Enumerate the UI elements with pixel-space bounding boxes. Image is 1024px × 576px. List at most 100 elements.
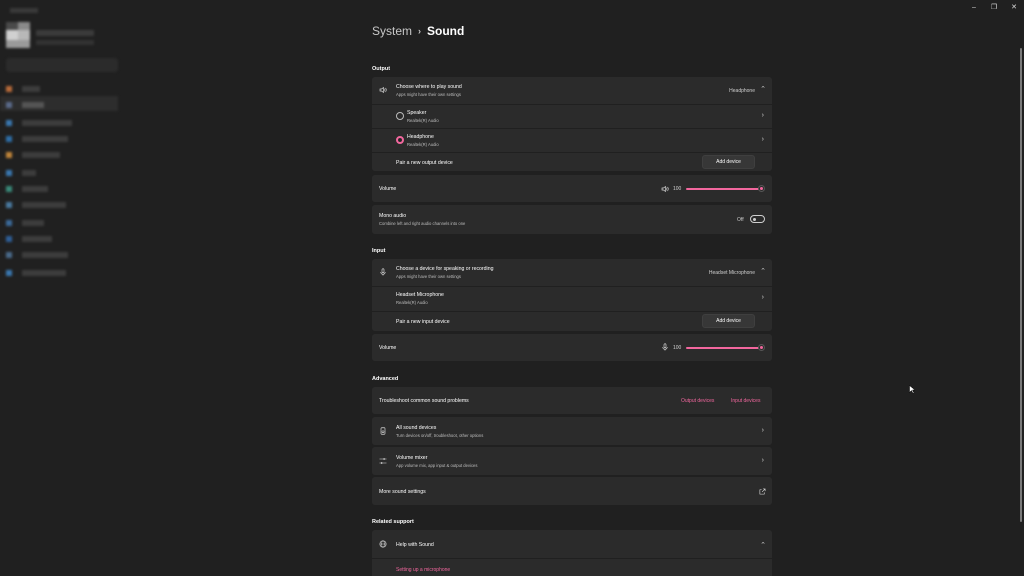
account-email-placeholder	[36, 40, 94, 45]
output-volume-thumb[interactable]	[758, 185, 765, 192]
nav-icon	[6, 169, 12, 176]
help-with-sound-title: Help with Sound	[396, 542, 434, 548]
choose-input-title: Choose a device for speaking or recordin…	[396, 266, 494, 272]
choose-output-title: Choose where to play sound	[396, 84, 462, 90]
help-with-sound-card: Help with Sound ⌃ Setting up a microphon…	[372, 530, 772, 576]
section-output-label: Output	[372, 66, 391, 72]
all-sound-devices-title: All sound devices	[396, 425, 437, 431]
nav-icon	[6, 201, 12, 208]
selected-output-device: Headphone	[729, 88, 755, 94]
add-input-device-button[interactable]: Add device	[702, 314, 755, 328]
chevron-up-icon: ⌃	[760, 268, 766, 275]
output-volume-value: 100	[673, 186, 682, 192]
device-name: Headphone	[407, 134, 434, 140]
add-output-device-button[interactable]: Add device	[702, 155, 755, 169]
all-sound-devices-subtitle: Turn devices on/off, troubleshoot, other…	[396, 433, 484, 438]
chevron-up-icon: ⌃	[760, 542, 766, 549]
sidebar-item[interactable]	[6, 118, 72, 127]
close-button[interactable]: ✕	[1004, 0, 1024, 14]
output-volume-slider[interactable]	[686, 188, 762, 190]
nav-icon	[6, 119, 12, 126]
nav-icon	[6, 219, 12, 226]
breadcrumb-parent[interactable]: System	[372, 24, 412, 38]
restore-button[interactable]: ❐	[984, 0, 1004, 14]
troubleshoot-output-link[interactable]: Output devices	[681, 398, 714, 404]
minimize-button[interactable]: –	[964, 0, 984, 14]
section-related-label: Related support	[372, 519, 414, 525]
section-advanced-label: Advanced	[372, 376, 399, 382]
speaker-icon	[379, 86, 387, 94]
volume-mixer-card[interactable]: Volume mixer App volume mix, app input &…	[372, 447, 772, 475]
nav-icon	[6, 135, 12, 142]
sidebar-item[interactable]	[6, 234, 52, 243]
microphone-icon	[379, 268, 387, 276]
breadcrumb: System › Sound	[372, 24, 464, 38]
chevron-right-icon: ›	[761, 427, 764, 434]
output-volume-card: Volume 100	[372, 175, 772, 202]
device-driver: Realtek(R) Audio	[407, 142, 439, 147]
avatar[interactable]	[6, 22, 30, 48]
sidebar-item[interactable]	[6, 134, 68, 143]
nav-icon	[6, 85, 12, 92]
mixer-icon	[379, 457, 387, 465]
output-device-headphone[interactable]: Headphone Realtek(R) Audio ›	[372, 129, 772, 152]
choose-output-row[interactable]: Choose where to play sound Apps might ha…	[372, 77, 772, 104]
choose-input-subtitle: Apps might have their own settings	[396, 274, 461, 279]
all-sound-devices-card[interactable]: All sound devices Turn devices on/off, t…	[372, 417, 772, 445]
output-device-card: Choose where to play sound Apps might ha…	[372, 77, 772, 171]
sidebar-item[interactable]	[6, 100, 44, 109]
troubleshoot-card: Troubleshoot common sound problems Outpu…	[372, 387, 772, 414]
device-driver: Realtek(R) Audio	[407, 118, 439, 123]
external-link-icon	[758, 487, 766, 495]
sidebar-item[interactable]	[6, 200, 66, 209]
input-device-headset[interactable]: Headset Microphone Realtek(R) Audio ›	[372, 287, 772, 311]
pair-output-row: Pair a new output device Add device	[372, 153, 772, 171]
speaker-radio[interactable]	[396, 112, 404, 120]
help-with-sound-row[interactable]: Help with Sound ⌃	[372, 530, 772, 558]
app-title-placeholder	[10, 8, 38, 13]
choose-output-subtitle: Apps might have their own settings	[396, 92, 461, 97]
input-volume-thumb[interactable]	[758, 344, 765, 351]
nav-icon	[6, 235, 12, 242]
volume-mixer-subtitle: App volume mix, app input & output devic…	[396, 463, 478, 468]
volume-mixer-title: Volume mixer	[396, 455, 428, 461]
scrollbar[interactable]	[1020, 48, 1022, 522]
page-title: Sound	[427, 24, 465, 38]
input-volume-label: Volume	[379, 345, 397, 351]
nav-icon	[6, 269, 12, 276]
sidebar-item[interactable]	[6, 150, 60, 159]
sidebar-item[interactable]	[6, 268, 66, 277]
sidebar-item[interactable]	[6, 250, 68, 259]
section-input-label: Input	[372, 248, 386, 254]
output-device-speaker[interactable]: Speaker Realtek(R) Audio ›	[372, 105, 772, 128]
mono-audio-toggle[interactable]	[750, 215, 765, 223]
breadcrumb-separator: ›	[418, 26, 422, 36]
device-driver: Realtek(R) Audio	[396, 300, 428, 305]
mono-audio-card: Mono audio Combine left and right audio …	[372, 205, 772, 234]
sidebar-item[interactable]	[6, 218, 44, 227]
input-volume-card: Volume 100	[372, 334, 772, 361]
nav-icon	[6, 251, 12, 258]
troubleshoot-input-link[interactable]: Input devices	[731, 398, 760, 404]
device-name: Speaker	[407, 110, 427, 116]
search-input[interactable]	[6, 58, 118, 72]
setting-up-microphone-link[interactable]: Setting up a microphone	[396, 567, 450, 573]
headphone-radio[interactable]	[396, 136, 404, 144]
device-name: Headset Microphone	[396, 292, 444, 298]
sidebar-item[interactable]	[6, 84, 40, 93]
input-volume-slider[interactable]	[686, 347, 762, 349]
more-sound-settings-card[interactable]: More sound settings	[372, 477, 772, 505]
more-sound-settings-title: More sound settings	[379, 489, 426, 495]
sidebar	[0, 0, 122, 576]
device-icon	[379, 427, 387, 435]
pair-output-label: Pair a new output device	[396, 160, 453, 166]
account-name-placeholder	[36, 30, 94, 36]
output-volume-label: Volume	[379, 186, 397, 192]
chevron-right-icon: ›	[761, 112, 764, 119]
chevron-right-icon: ›	[761, 457, 764, 464]
chevron-right-icon: ›	[761, 294, 764, 301]
sidebar-item[interactable]	[6, 184, 48, 193]
choose-input-row[interactable]: Choose a device for speaking or recordin…	[372, 259, 772, 286]
sidebar-item[interactable]	[6, 168, 36, 177]
nav-icon	[6, 185, 12, 192]
